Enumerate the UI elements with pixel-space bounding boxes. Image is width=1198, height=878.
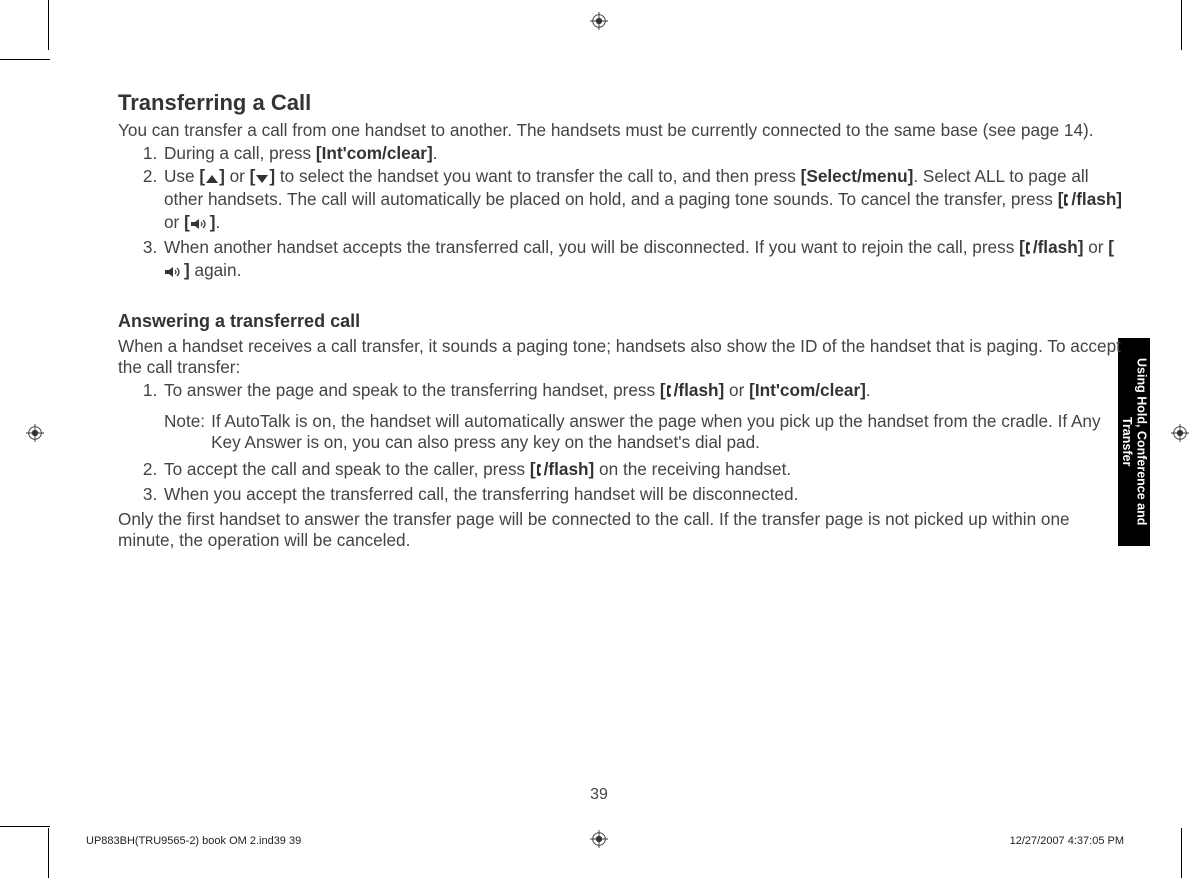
page-content: Transferring a Call You can transfer a c… <box>118 90 1128 553</box>
note: Note: If AutoTalk is on, the handset wil… <box>164 409 1128 455</box>
section-steps: During a call, press [Int'com/clear]. Us… <box>118 143 1128 283</box>
footer-left: UP883BH(TRU9565-2) book OM 2.ind39 39 <box>86 835 301 847</box>
step-text: . <box>866 380 871 400</box>
crop-mark <box>48 0 49 50</box>
step-text: When another handset accepts the transfe… <box>164 237 1019 257</box>
phone-icon <box>1025 239 1033 260</box>
crop-mark <box>0 59 50 60</box>
registration-mark-icon <box>1171 424 1189 442</box>
note-text: If AutoTalk is on, the handset will auto… <box>211 411 1128 453</box>
step-text: or <box>225 166 250 186</box>
step-text: again. <box>190 260 242 280</box>
key-label: [Int'com/clear] <box>749 380 866 400</box>
phone-icon <box>666 382 674 403</box>
step-text: . <box>216 212 221 232</box>
key-label: [] <box>184 212 215 232</box>
step-item: Use [] or [] to select the handset you w… <box>162 166 1128 235</box>
registration-mark-icon <box>590 12 608 30</box>
subsection-outro: Only the first handset to answer the tra… <box>118 509 1128 551</box>
key-label: [] <box>250 166 275 186</box>
step-text: When you accept the transferred call, th… <box>164 484 798 504</box>
key-label: [Int'com/clear] <box>316 143 433 163</box>
subsection-steps: To answer the page and speak to the tran… <box>118 380 1128 505</box>
up-arrow-icon <box>205 168 219 189</box>
step-item: When another handset accepts the transfe… <box>162 237 1128 283</box>
phone-icon <box>536 461 544 482</box>
step-text: . <box>433 143 438 163</box>
key-label: [/flash] <box>1019 237 1083 257</box>
crop-mark <box>1181 828 1182 878</box>
step-text: or <box>724 380 749 400</box>
step-item: When you accept the transferred call, th… <box>162 484 1128 505</box>
footer-right: 12/27/2007 4:37:05 PM <box>1010 835 1124 847</box>
section-intro: You can transfer a call from one handset… <box>118 120 1128 141</box>
step-item: To answer the page and speak to the tran… <box>162 380 1128 455</box>
subsection-intro: When a handset receives a call transfer,… <box>118 336 1128 378</box>
page-number: 39 <box>0 786 1198 804</box>
step-text: on the receiving handset. <box>594 459 791 479</box>
speaker-icon <box>190 214 210 235</box>
crop-mark <box>1181 0 1182 50</box>
step-text: Use <box>164 166 199 186</box>
step-text: or <box>164 212 184 232</box>
section-heading: Transferring a Call <box>118 90 1128 116</box>
registration-mark-icon <box>26 424 44 442</box>
key-label: [/flash] <box>660 380 724 400</box>
speaker-icon <box>164 262 184 283</box>
subsection-heading: Answering a transferred call <box>118 311 1128 332</box>
step-text: to select the handset you want to transf… <box>275 166 801 186</box>
step-text: To answer the page and speak to the tran… <box>164 380 660 400</box>
note-label: Note: <box>164 411 205 453</box>
crop-mark <box>0 826 50 827</box>
down-arrow-icon <box>255 168 269 189</box>
footer: UP883BH(TRU9565-2) book OM 2.ind39 39 12… <box>86 835 1124 847</box>
key-label: [Select/menu] <box>801 166 914 186</box>
step-text: or <box>1083 237 1108 257</box>
crop-mark <box>48 828 49 878</box>
key-label: [/flash] <box>1058 189 1122 209</box>
step-item: During a call, press [Int'com/clear]. <box>162 143 1128 164</box>
step-text: During a call, press <box>164 143 316 163</box>
step-text: To accept the call and speak to the call… <box>164 459 530 479</box>
key-label: [/flash] <box>530 459 594 479</box>
key-label: [] <box>199 166 224 186</box>
step-item: To accept the call and speak to the call… <box>162 459 1128 482</box>
